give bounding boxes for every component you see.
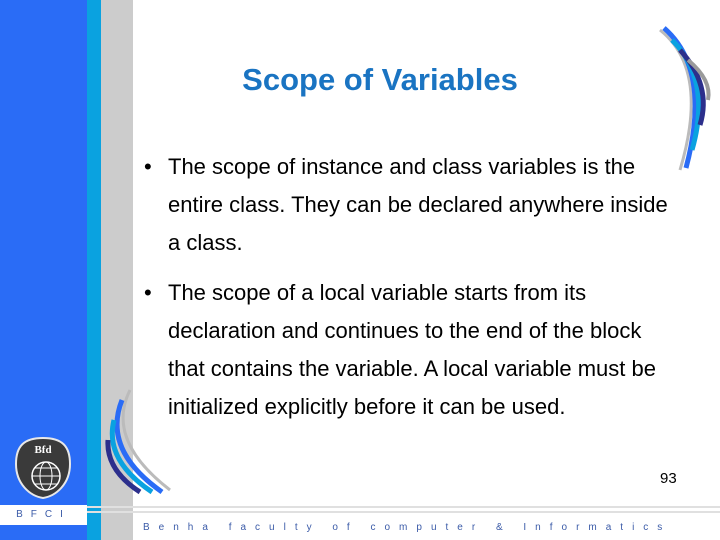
page-number: 93 xyxy=(660,470,677,487)
bullet-item: • The scope of a local variable starts f… xyxy=(138,274,678,426)
bullet-text: The scope of a local variable starts fro… xyxy=(168,280,656,419)
divider-line xyxy=(87,506,720,508)
bullet-text: The scope of instance and class variable… xyxy=(168,154,668,255)
bfci-badge: BFCI xyxy=(0,505,87,525)
slide-title: Scope of Variables xyxy=(242,62,518,97)
bullet-icon: • xyxy=(144,154,152,179)
footer-divider-lines xyxy=(87,504,720,514)
divider-line xyxy=(87,511,720,513)
bullet-icon: • xyxy=(144,280,152,305)
bullet-item: • The scope of instance and class variab… xyxy=(138,148,678,262)
svg-text:Bfd: Bfd xyxy=(34,444,51,456)
bullet-list: • The scope of instance and class variab… xyxy=(138,148,678,426)
institution-name: Benha faculty of computer & Informatics xyxy=(133,518,720,540)
faculty-logo-icon: Bfd xyxy=(14,436,72,500)
